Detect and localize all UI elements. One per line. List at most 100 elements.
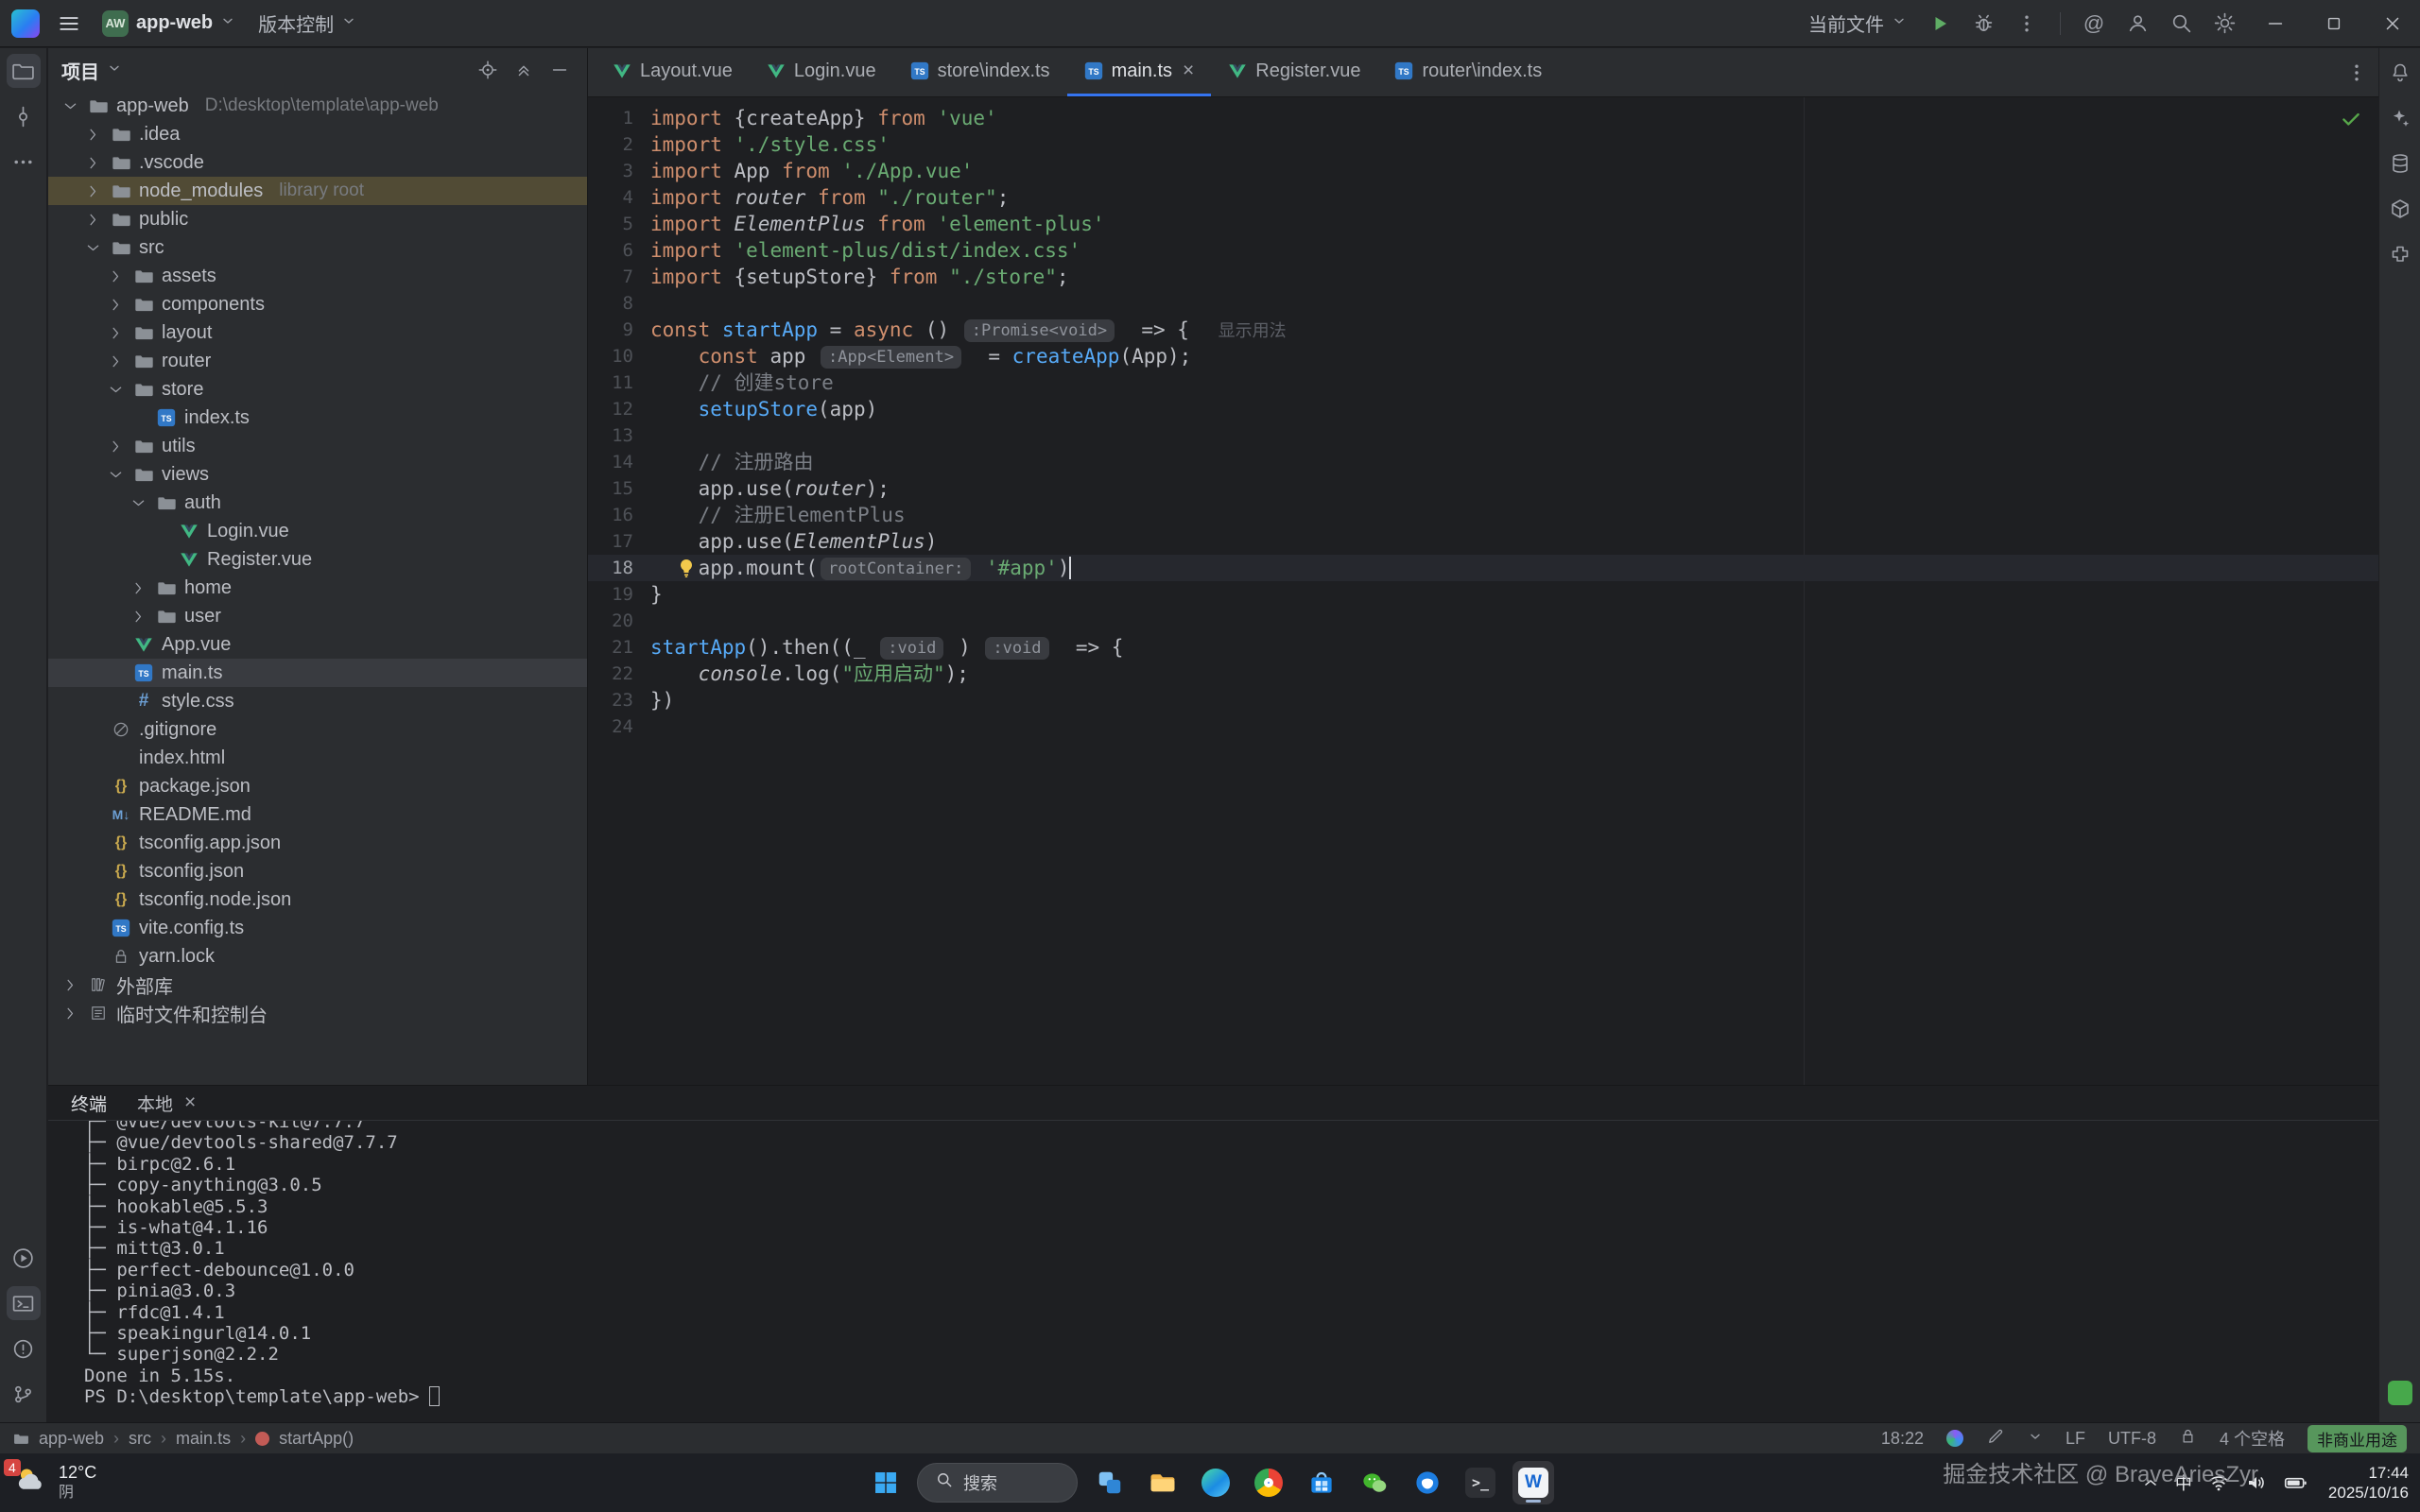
tray-expand-icon[interactable] xyxy=(2141,1473,2160,1492)
tree-item-main-ts[interactable]: TSmain.ts xyxy=(48,659,587,687)
terminal-output[interactable]: ├─ @vue/devtools-kit@7.7.7├─ @vue/devtoo… xyxy=(48,1121,2378,1420)
messaging-app-taskbar-icon[interactable] xyxy=(1407,1461,1448,1504)
chevron-down-icon[interactable] xyxy=(60,97,80,115)
version-control-tool-icon[interactable] xyxy=(7,1377,41,1411)
code-line-5[interactable]: 5import ElementPlus from 'element-plus' xyxy=(588,211,2378,237)
code-line-20[interactable]: 20 xyxy=(588,608,2378,634)
code-editor[interactable]: 1import {createApp} from 'vue'2import '.… xyxy=(588,97,2378,1085)
tree-item-register-vue[interactable]: Register.vue xyxy=(48,545,587,574)
code-line-14[interactable]: 14 // 注册路由 xyxy=(588,449,2378,475)
tree-item-tsconfig-json[interactable]: {}tsconfig.json xyxy=(48,857,587,885)
readonly-lock-icon[interactable] xyxy=(2179,1427,2197,1450)
more-tool-windows-icon[interactable] xyxy=(7,145,41,179)
tree-item-login-vue[interactable]: Login.vue xyxy=(48,517,587,545)
chevron-right-icon[interactable] xyxy=(82,126,103,144)
settings-icon[interactable] xyxy=(2204,5,2244,43)
tree-item-[interactable]: 外部库 xyxy=(48,971,587,999)
chevron-right-icon[interactable] xyxy=(128,608,148,626)
editor-tab-layout-vue[interactable]: Layout.vue xyxy=(596,48,750,96)
chevron-right-icon[interactable] xyxy=(105,267,126,285)
code-line-3[interactable]: 3import App from './App.vue' xyxy=(588,158,2378,184)
edge-browser-taskbar-icon[interactable] xyxy=(1195,1461,1236,1504)
wechat-taskbar-icon[interactable] xyxy=(1354,1461,1395,1504)
chevron-down-icon[interactable] xyxy=(128,494,148,512)
debug-button[interactable] xyxy=(1963,5,2003,43)
tree-item-gitignore[interactable]: .gitignore xyxy=(48,715,587,744)
indent-setting[interactable]: 4 个空格 xyxy=(2220,1426,2285,1451)
terminal-tool-icon[interactable] xyxy=(7,1286,41,1320)
mentions-icon[interactable]: @ xyxy=(2074,5,2114,43)
cursor-position[interactable]: 18:22 xyxy=(1881,1429,1924,1449)
editor-tab-login-vue[interactable]: Login.vue xyxy=(750,48,893,96)
tree-item-tsconfig-node-json[interactable]: {}tsconfig.node.json xyxy=(48,885,587,914)
tree-item-index-html[interactable]: index.html xyxy=(48,744,587,772)
code-line-12[interactable]: 12 setupStore(app) xyxy=(588,396,2378,422)
ai-status-icon[interactable] xyxy=(1946,1430,1963,1447)
tree-item-vite-config-ts[interactable]: TSvite.config.ts xyxy=(48,914,587,942)
maximize-button[interactable] xyxy=(2307,0,2361,47)
project-tool-icon[interactable] xyxy=(7,54,41,88)
run-configuration-widget[interactable]: 当前文件 xyxy=(1799,5,1916,43)
tree-item-idea[interactable]: .idea xyxy=(48,120,587,148)
tree-item-package-json[interactable]: {}package.json xyxy=(48,772,587,800)
clock[interactable]: 17:44 2025/10/16 xyxy=(2328,1463,2409,1503)
database-tool-icon[interactable] xyxy=(2383,146,2417,180)
tree-item-yarn-lock[interactable]: yarn.lock xyxy=(48,942,587,971)
minimize-button[interactable] xyxy=(2248,0,2303,47)
dependencies-tool-icon[interactable] xyxy=(2383,192,2417,226)
code-line-6[interactable]: 6import 'element-plus/dist/index.css' xyxy=(588,237,2378,264)
microsoft-store-taskbar-icon[interactable] xyxy=(1301,1461,1342,1504)
code-line-21[interactable]: 21startApp().then((_ :void ) :void => { xyxy=(588,634,2378,661)
plugins-tool-icon[interactable] xyxy=(2383,237,2417,271)
run-button[interactable] xyxy=(1920,5,1960,43)
tree-item-utils[interactable]: utils xyxy=(48,432,587,460)
tree-item-tsconfig-app-json[interactable]: {}tsconfig.app.json xyxy=(48,829,587,857)
collapse-all-icon[interactable] xyxy=(510,56,538,84)
chevron-right-icon[interactable] xyxy=(105,296,126,314)
breadcrumb-item[interactable]: app-web xyxy=(39,1429,104,1449)
code-line-13[interactable]: 13 xyxy=(588,422,2378,449)
code-line-2[interactable]: 2import './style.css' xyxy=(588,131,2378,158)
chevron-down-icon[interactable] xyxy=(82,239,103,257)
ime-indicator[interactable]: 中 xyxy=(2175,1470,2192,1495)
close-button[interactable] xyxy=(2365,0,2420,47)
code-line-17[interactable]: 17 app.use(ElementPlus) xyxy=(588,528,2378,555)
terminal-app-taskbar-icon[interactable]: >_ xyxy=(1460,1461,1501,1504)
code-line-16[interactable]: 16 // 注册ElementPlus xyxy=(588,502,2378,528)
breadcrumb-item[interactable]: src xyxy=(129,1429,151,1449)
tree-item-readme-md[interactable]: M↓README.md xyxy=(48,800,587,829)
file-encoding[interactable]: UTF-8 xyxy=(2108,1429,2156,1449)
chevron-down-icon[interactable] xyxy=(2028,1429,2043,1449)
code-line-8[interactable]: 8 xyxy=(588,290,2378,317)
chevron-right-icon[interactable] xyxy=(60,976,80,994)
vcs-widget[interactable]: 版本控制 xyxy=(249,5,366,43)
file-explorer-taskbar-icon[interactable] xyxy=(1142,1461,1184,1504)
more-actions-icon[interactable] xyxy=(2007,5,2047,43)
tree-item-public[interactable]: public xyxy=(48,205,587,233)
chrome-browser-taskbar-icon[interactable] xyxy=(1248,1461,1289,1504)
code-line-15[interactable]: 15 app.use(router); xyxy=(588,475,2378,502)
chevron-down-icon[interactable] xyxy=(105,381,126,399)
editor-tab-main-ts[interactable]: TSmain.ts× xyxy=(1067,48,1212,96)
tree-item-node-modules[interactable]: node_moduleslibrary root xyxy=(48,177,587,205)
ide-logo-icon[interactable] xyxy=(11,9,40,38)
tree-item-layout[interactable]: layout xyxy=(48,318,587,347)
run-tool-icon[interactable] xyxy=(7,1241,41,1275)
chevron-right-icon[interactable] xyxy=(105,438,126,455)
tab-close-icon[interactable]: × xyxy=(1183,60,1194,82)
code-line-23[interactable]: 23}) xyxy=(588,687,2378,713)
terminal-tab-local[interactable]: 本地 × xyxy=(137,1091,196,1116)
wps-office-taskbar-icon[interactable]: W xyxy=(1512,1461,1554,1504)
code-line-11[interactable]: 11 // 创建store xyxy=(588,369,2378,396)
tree-item-user[interactable]: user xyxy=(48,602,587,630)
breadcrumb-item[interactable]: main.ts xyxy=(176,1429,231,1449)
edit-mode-icon[interactable] xyxy=(1986,1427,2005,1451)
running-indicator-icon[interactable] xyxy=(2388,1381,2412,1405)
tree-item-vscode[interactable]: .vscode xyxy=(48,148,587,177)
notifications-icon[interactable] xyxy=(2383,56,2417,90)
commit-tool-icon[interactable] xyxy=(7,99,41,133)
editor-tab-store-index-ts[interactable]: TSstore\index.ts xyxy=(893,48,1067,96)
chevron-right-icon[interactable] xyxy=(128,579,148,597)
tree-item-style-css[interactable]: #style.css xyxy=(48,687,587,715)
project-widget[interactable]: AW app-web xyxy=(93,5,245,43)
